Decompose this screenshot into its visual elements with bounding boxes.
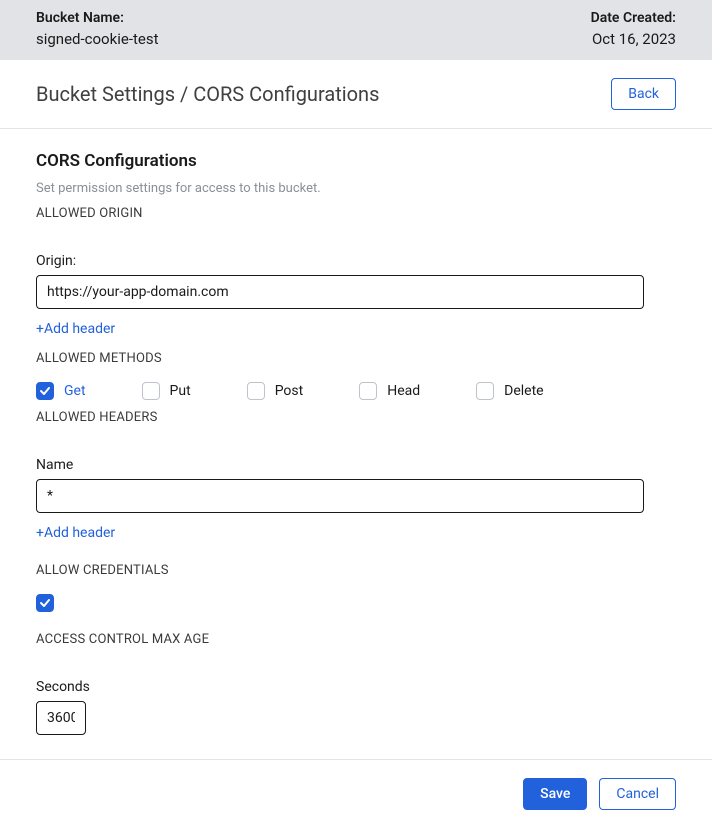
breadcrumb: Bucket Settings / CORS Configurations [36,82,379,106]
seconds-field-label: Seconds [36,679,676,695]
method-delete-label: Delete [504,383,543,399]
checkbox-icon [476,382,494,400]
origin-field-label: Origin: [36,253,676,269]
bucket-name-value: signed-cookie-test [36,30,158,48]
allow-credentials-group-label: ALLOW CREDENTIALS [36,563,676,578]
checkbox-icon [359,382,377,400]
add-origin-header-link[interactable]: +Add header [36,321,115,337]
bucket-name-label: Bucket Name: [36,10,158,26]
bucket-info-bar: Bucket Name: signed-cookie-test Date Cre… [0,0,712,60]
checkbox-icon [36,594,54,612]
method-put-checkbox[interactable]: Put [142,382,191,400]
header-name-field-label: Name [36,457,676,473]
header-name-input[interactable] [36,479,644,513]
cors-section-title: CORS Configurations [36,151,676,171]
page-header: Bucket Settings / CORS Configurations Ba… [0,60,712,129]
allowed-headers-group-label: ALLOWED HEADERS [36,410,676,425]
method-head-checkbox[interactable]: Head [359,382,420,400]
date-created-label: Date Created: [591,10,676,26]
cors-section-description: Set permission settings for access to th… [36,181,676,196]
method-get-checkbox[interactable]: Get [36,382,86,400]
seconds-input[interactable] [36,701,86,735]
allowed-methods-group-label: ALLOWED METHODS [36,351,676,366]
max-age-group-label: ACCESS CONTROL MAX AGE [36,632,676,647]
method-get-label: Get [64,383,86,399]
footer-actions: Save Cancel [0,759,712,828]
allowed-origin-group-label: ALLOWED ORIGIN [36,206,676,221]
allow-credentials-checkbox[interactable] [36,594,676,612]
origin-input[interactable] [36,275,644,309]
date-created-value: Oct 16, 2023 [592,30,676,48]
checkbox-icon [36,382,54,400]
methods-row: Get Put Post Head Delete [36,382,676,400]
checkbox-icon [142,382,160,400]
save-button[interactable]: Save [523,778,587,810]
add-allowed-header-link[interactable]: +Add header [36,525,115,541]
method-post-label: Post [275,383,304,399]
checkbox-icon [247,382,265,400]
back-button[interactable]: Back [611,78,676,110]
cancel-button[interactable]: Cancel [599,778,676,810]
method-post-checkbox[interactable]: Post [247,382,304,400]
cors-form: CORS Configurations Set permission setti… [0,129,712,759]
method-head-label: Head [387,383,420,399]
method-delete-checkbox[interactable]: Delete [476,382,543,400]
method-put-label: Put [170,383,191,399]
